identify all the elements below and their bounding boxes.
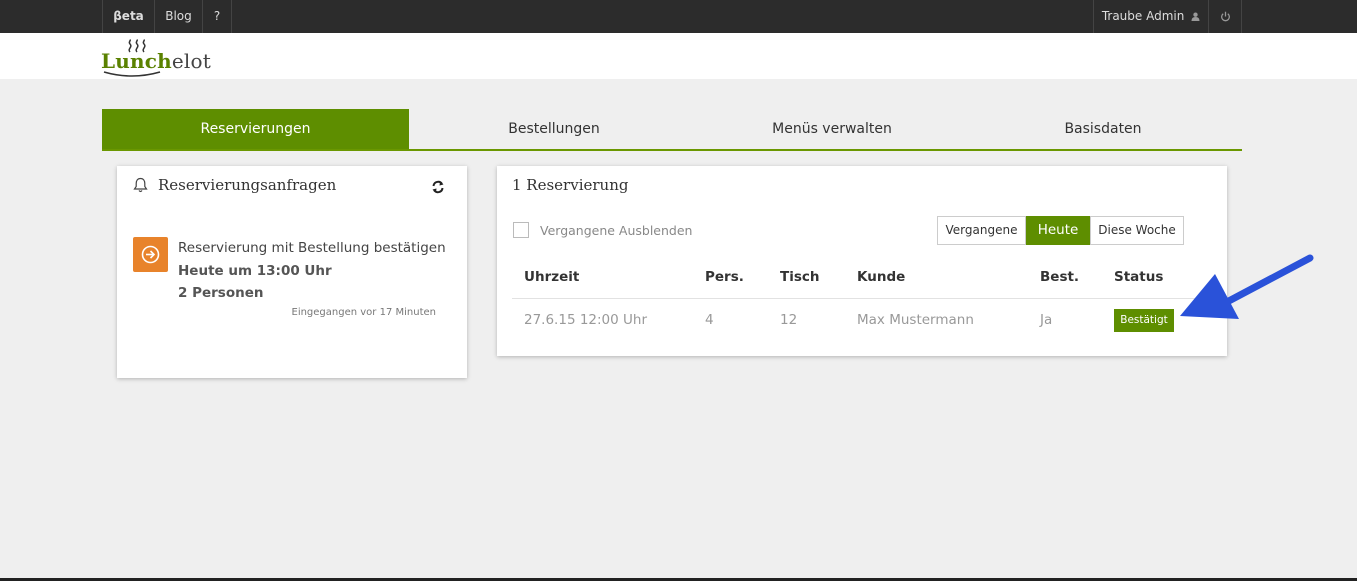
request-arrow-icon[interactable] bbox=[133, 237, 168, 272]
reservations-title: 1 Reservierung bbox=[512, 176, 629, 194]
column-header-uhrzeit: Uhrzeit bbox=[524, 269, 580, 285]
request-time: Heute um 13:00 Uhr bbox=[178, 263, 332, 279]
column-header-status: Status bbox=[1114, 269, 1164, 285]
requests-panel: Reservierungsanfragen Reservierung mit B… bbox=[117, 166, 467, 378]
power-icon bbox=[1220, 11, 1230, 22]
cell-table: 12 bbox=[780, 312, 798, 328]
column-header-kunde: Kunde bbox=[857, 269, 906, 285]
hide-past-label[interactable]: Vergangene Ausblenden bbox=[540, 223, 692, 238]
refresh-icon[interactable] bbox=[431, 180, 445, 194]
hide-past-checkbox[interactable] bbox=[513, 222, 529, 238]
beta-link[interactable]: βeta bbox=[102, 0, 154, 33]
requests-title: Reservierungsanfragen bbox=[158, 176, 337, 194]
logo-wordmark: Lunchelot bbox=[101, 49, 211, 73]
tab-reservierungen[interactable]: Reservierungen bbox=[102, 109, 409, 149]
blog-link[interactable]: Blog bbox=[154, 0, 202, 33]
column-header-bestellung: Best. bbox=[1040, 269, 1080, 285]
top-bar: βeta Blog ? Traube Admin bbox=[0, 0, 1357, 33]
user-icon bbox=[1191, 12, 1200, 21]
cell-customer: Max Mustermann bbox=[857, 312, 974, 328]
filter-vergangene-button[interactable]: Vergangene bbox=[937, 216, 1026, 245]
request-received-time: Eingegangen vor 17 Minuten bbox=[291, 307, 437, 318]
bell-icon bbox=[133, 177, 148, 193]
table-divider bbox=[512, 298, 1212, 299]
status-badge[interactable]: Bestätigt bbox=[1114, 309, 1174, 332]
main-tabs: Reservierungen Bestellungen Menüs verwal… bbox=[102, 109, 1242, 151]
tab-bestellungen[interactable]: Bestellungen bbox=[399, 109, 709, 149]
tab-menues-verwalten[interactable]: Menüs verwalten bbox=[679, 109, 985, 149]
user-menu[interactable]: Traube Admin bbox=[1093, 0, 1208, 33]
request-text[interactable]: Reservierung mit Bestellung bestätigen bbox=[178, 240, 446, 256]
reservations-panel: 1 Reservierung Vergangene Ausblenden Ver… bbox=[497, 166, 1227, 356]
cell-time: 27.6.15 12:00 Uhr bbox=[524, 312, 648, 328]
filter-diese-woche-button[interactable]: Diese Woche bbox=[1090, 216, 1184, 245]
filter-heute-button[interactable]: Heute bbox=[1026, 216, 1090, 245]
request-persons: 2 Personen bbox=[178, 285, 264, 301]
user-name: Traube Admin bbox=[1101, 9, 1185, 23]
cell-order: Ja bbox=[1040, 312, 1053, 328]
lunchelot-logo[interactable]: Lunchelot bbox=[101, 37, 221, 79]
plate-icon bbox=[103, 71, 161, 77]
header: Lunchelot bbox=[0, 33, 1357, 79]
help-link[interactable]: ? bbox=[202, 0, 232, 33]
power-button[interactable] bbox=[1208, 0, 1242, 33]
column-header-personen: Pers. bbox=[705, 269, 744, 285]
cell-persons: 4 bbox=[705, 312, 714, 328]
tab-basisdaten[interactable]: Basisdaten bbox=[950, 109, 1256, 149]
column-header-tisch: Tisch bbox=[780, 269, 820, 285]
annotation-arrow-icon bbox=[1180, 254, 1314, 319]
